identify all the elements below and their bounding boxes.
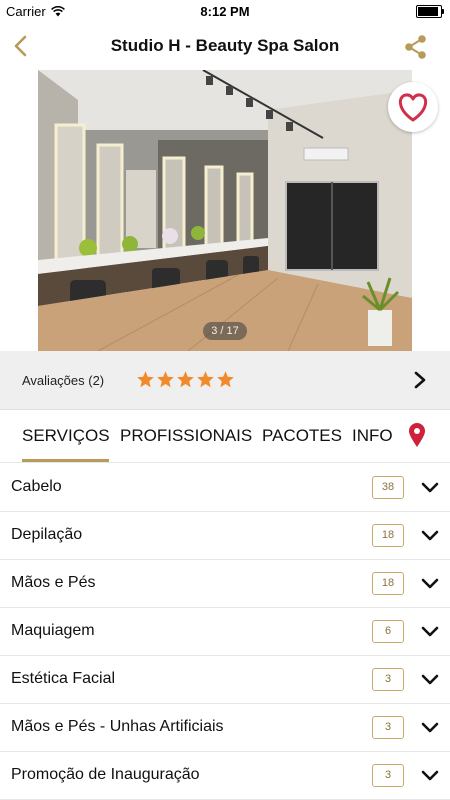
service-label: Estética Facial bbox=[11, 670, 116, 687]
favorite-button[interactable] bbox=[388, 82, 438, 132]
service-count-badge: 18 bbox=[372, 524, 404, 547]
tab-pacotes[interactable]: PACOTES bbox=[262, 426, 342, 446]
chevron-down-icon[interactable] bbox=[420, 769, 440, 783]
tab-servicos[interactable]: SERVIÇOS bbox=[22, 426, 110, 446]
services-list: Cabelo 38 Depilação 18 Mãos e Pés 18 Maquiagem… bbox=[0, 464, 450, 800]
service-count-badge: 3 bbox=[372, 716, 404, 739]
tab-info[interactable]: INFO bbox=[352, 426, 393, 446]
service-label: Mãos e Pés bbox=[11, 574, 96, 591]
active-tab-indicator bbox=[22, 459, 109, 462]
service-label: Depilação bbox=[11, 526, 83, 543]
service-row[interactable]: Mãos e Pés - Unhas Artificiais 3 bbox=[0, 704, 450, 752]
service-row[interactable]: Promoção de Inauguração 3 bbox=[0, 752, 450, 800]
star-icon bbox=[197, 371, 214, 388]
heart-outline-icon bbox=[398, 93, 428, 122]
salon-photo[interactable] bbox=[38, 70, 412, 351]
chevron-down-icon[interactable] bbox=[420, 481, 440, 495]
status-bar: Carrier 8:12 PM bbox=[0, 0, 450, 22]
battery-icon bbox=[416, 5, 444, 18]
chevron-down-icon[interactable] bbox=[420, 577, 440, 591]
page-title: Studio H - Beauty Spa Salon bbox=[110, 36, 340, 55]
service-count-badge: 18 bbox=[372, 572, 404, 595]
service-row[interactable]: Maquiagem 6 bbox=[0, 608, 450, 656]
star-icon bbox=[177, 371, 194, 388]
chevron-down-icon[interactable] bbox=[420, 721, 440, 735]
star-icon bbox=[137, 371, 154, 388]
tab-profissionais[interactable]: PROFISSIONAIS bbox=[120, 426, 252, 446]
tab-bar: SERVIÇOS PROFISSIONAIS PACOTES INFO bbox=[0, 409, 450, 463]
service-label: Cabelo bbox=[11, 478, 62, 495]
service-count-badge: 38 bbox=[372, 476, 404, 499]
service-row[interactable]: Depilação 18 bbox=[0, 512, 450, 560]
chevron-right-icon[interactable] bbox=[412, 370, 428, 390]
service-row[interactable]: Mãos e Pés 18 bbox=[0, 560, 450, 608]
battery-level bbox=[418, 7, 438, 16]
service-label: Promoção de Inauguração bbox=[11, 766, 200, 783]
star-icon bbox=[217, 371, 234, 388]
ratings-row[interactable]: Avaliações (2) bbox=[0, 351, 450, 410]
service-label: Maquiagem bbox=[11, 622, 95, 639]
photo-counter: 3 / 17 bbox=[203, 322, 247, 340]
service-label: Mãos e Pés - Unhas Artificiais bbox=[11, 718, 224, 735]
nav-bar: Studio H - Beauty Spa Salon bbox=[0, 22, 450, 71]
chevron-down-icon[interactable] bbox=[420, 625, 440, 639]
map-pin-icon[interactable] bbox=[407, 422, 427, 448]
service-row[interactable]: Estética Facial 3 bbox=[0, 656, 450, 704]
ratings-label: Avaliações (2) bbox=[22, 373, 105, 388]
service-count-badge: 6 bbox=[372, 620, 404, 643]
status-time: 8:12 PM bbox=[200, 4, 250, 19]
star-icon bbox=[157, 371, 174, 388]
chevron-down-icon[interactable] bbox=[420, 529, 440, 543]
photo-gallery[interactable]: 3 / 17 bbox=[0, 70, 450, 351]
chevron-down-icon[interactable] bbox=[420, 673, 440, 687]
rating-stars bbox=[136, 370, 235, 389]
service-row[interactable]: Cabelo 38 bbox=[0, 464, 450, 512]
service-count-badge: 3 bbox=[372, 668, 404, 691]
share-icon[interactable] bbox=[402, 33, 430, 61]
service-count-badge: 3 bbox=[372, 764, 404, 787]
